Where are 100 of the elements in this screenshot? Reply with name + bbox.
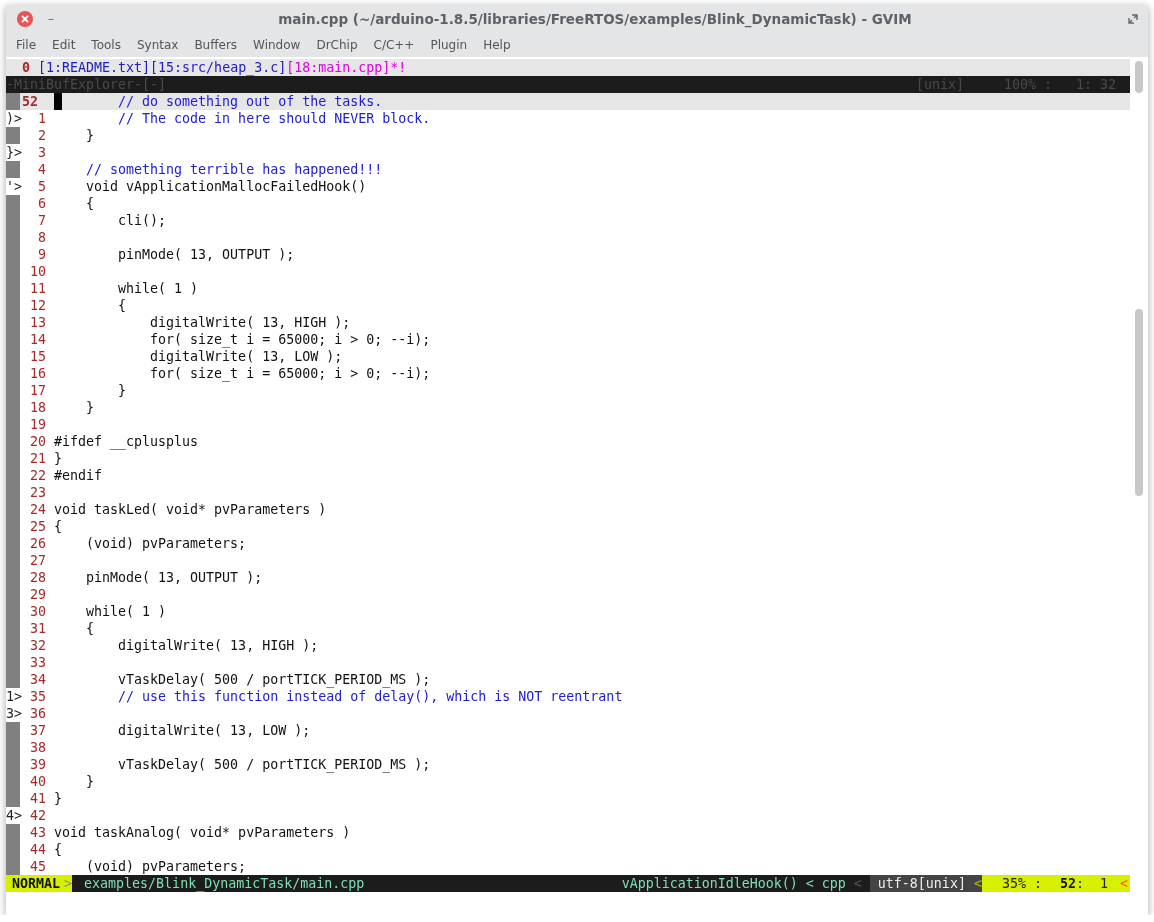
scrollbar-thumb[interactable]	[1135, 61, 1143, 93]
code-line: (void) pvParameters;	[85, 858, 247, 875]
line-number: 33	[29, 654, 47, 671]
window-title: main.cpp (~/arduino-1.8.5/libraries/FreeRTOS/examples/Blink_DynamicTask) - GVIM	[277, 11, 913, 27]
sign-marker: )>	[6, 110, 22, 127]
code-line: void taskAnalog( void* pvParameters )	[54, 824, 351, 841]
menu-item[interactable]: Syntax	[128, 38, 187, 52]
menu-item[interactable]: File	[8, 38, 45, 52]
code-line: vTaskDelay( 500 / portTICK_PERIOD_MS );	[117, 671, 431, 688]
line-number: 42	[29, 807, 47, 824]
line-number: 20	[29, 433, 47, 450]
line-number: 9	[37, 246, 47, 263]
sign-column-block	[6, 858, 20, 875]
menu-item[interactable]: C/C++	[365, 38, 423, 52]
line-number: 29	[29, 586, 47, 603]
code-line: vTaskDelay( 500 / portTICK_PERIOD_MS );	[117, 756, 431, 773]
line-number: 1	[37, 110, 47, 127]
sign-column-block	[6, 161, 20, 178]
code-line: (void) pvParameters;	[85, 535, 247, 552]
line-number: 27	[29, 552, 47, 569]
code-line: pinMode( 13, OUTPUT );	[117, 246, 295, 263]
line-number: 3	[37, 144, 47, 161]
code-line: cli();	[117, 212, 167, 229]
line-number: 18	[29, 399, 47, 416]
line-number: 40	[29, 773, 47, 790]
current-line-number: 52	[22, 93, 39, 110]
mode-indicator: NORMAL	[6, 875, 65, 892]
sign-marker: 1>	[6, 688, 22, 705]
line-number: 2	[37, 127, 47, 144]
line-number: 43	[29, 824, 47, 841]
restore-icon[interactable]	[1128, 14, 1138, 24]
menu-item[interactable]: Plugin	[422, 38, 476, 52]
code-line: while( 1 )	[85, 603, 167, 620]
close-icon[interactable]	[16, 10, 34, 28]
code-line: digitalWrite( 13, HIGH );	[117, 637, 319, 654]
buffer-count: 0	[21, 59, 30, 76]
separator: >	[64, 875, 73, 892]
file-path: examples/Blink_DynamicTask/main.cpp	[83, 875, 366, 892]
sign-column-block	[6, 93, 20, 110]
line-number: 37	[29, 722, 47, 739]
code-line: {	[117, 297, 127, 314]
sign-column-block	[6, 824, 20, 841]
current-function: vApplicationIdleHook() < cpp	[621, 875, 847, 892]
scrollbar-thumb[interactable]	[1135, 309, 1143, 496]
menu-item[interactable]: Buffers	[186, 38, 246, 52]
menu-item[interactable]: Help	[475, 38, 519, 52]
line-number: 16	[29, 365, 47, 382]
code-line: pinMode( 13, OUTPUT );	[85, 569, 263, 586]
line-number: 10	[29, 263, 47, 280]
line-number: 34	[29, 671, 47, 688]
code-line: }	[54, 790, 62, 807]
sign-marker: 4>	[6, 807, 22, 824]
code-comment: // something terrible has happened!!!	[85, 161, 383, 178]
line-number: 19	[29, 416, 47, 433]
code-line: void vApplicationMallocFailedHook()	[85, 178, 367, 195]
minimize-button[interactable]: –	[48, 12, 62, 26]
line-number: 32	[29, 637, 47, 654]
scroll-percent: 35% :	[981, 875, 1046, 892]
buffer-tab[interactable]: [1:README.txt]	[38, 59, 151, 76]
buffer-tab[interactable]: [18:main.cpp]*!	[286, 59, 407, 76]
separator: <	[973, 875, 982, 892]
line-number: 25	[29, 518, 47, 535]
line-number: 44	[29, 841, 47, 858]
code-line: {	[85, 620, 95, 637]
sign-column-block	[6, 722, 20, 739]
code-line: #ifdef __cplusplus	[54, 433, 199, 450]
menu-item[interactable]: DrChip	[308, 38, 366, 52]
code-line: digitalWrite( 13, LOW );	[117, 722, 311, 739]
code-line: while( 1 )	[117, 280, 199, 297]
code-line: #endif	[54, 467, 103, 484]
menu-item[interactable]: Edit	[44, 38, 84, 52]
menu-item[interactable]: Window	[245, 38, 309, 52]
cursor	[54, 93, 62, 110]
code-line: {	[54, 518, 62, 535]
sign-column-block	[6, 127, 20, 144]
code-line: }	[85, 399, 95, 416]
line-number: 13	[29, 314, 47, 331]
buffer-tab[interactable]: [15:src/heap_3.c]	[150, 59, 287, 76]
line-number: 38	[29, 739, 47, 756]
code-line: {	[54, 841, 62, 858]
line-number: 41	[29, 790, 47, 807]
line-number: 30	[29, 603, 47, 620]
code-comment: // The code in here should NEVER block.	[117, 110, 431, 127]
line-number: 22	[29, 467, 47, 484]
sign-marker: }>	[6, 144, 22, 161]
code-line: for( size_t i = 65000; i > 0; --i);	[149, 331, 431, 348]
sign-column-block	[6, 790, 20, 807]
menu-item[interactable]: Tools	[83, 38, 129, 52]
code-line: }	[85, 127, 95, 144]
line-number: 11	[29, 280, 47, 297]
line-number: 7	[37, 212, 47, 229]
code-line: }	[85, 773, 95, 790]
code-line: // do something out of the tasks.	[117, 93, 383, 110]
line-number: 23	[29, 484, 47, 501]
line-number: 35	[29, 688, 47, 705]
code-line: }	[117, 382, 127, 399]
sign-marker: '>	[6, 178, 22, 195]
line-number: 24	[29, 501, 47, 518]
line-number: 8	[37, 229, 47, 246]
code-line: {	[85, 195, 95, 212]
